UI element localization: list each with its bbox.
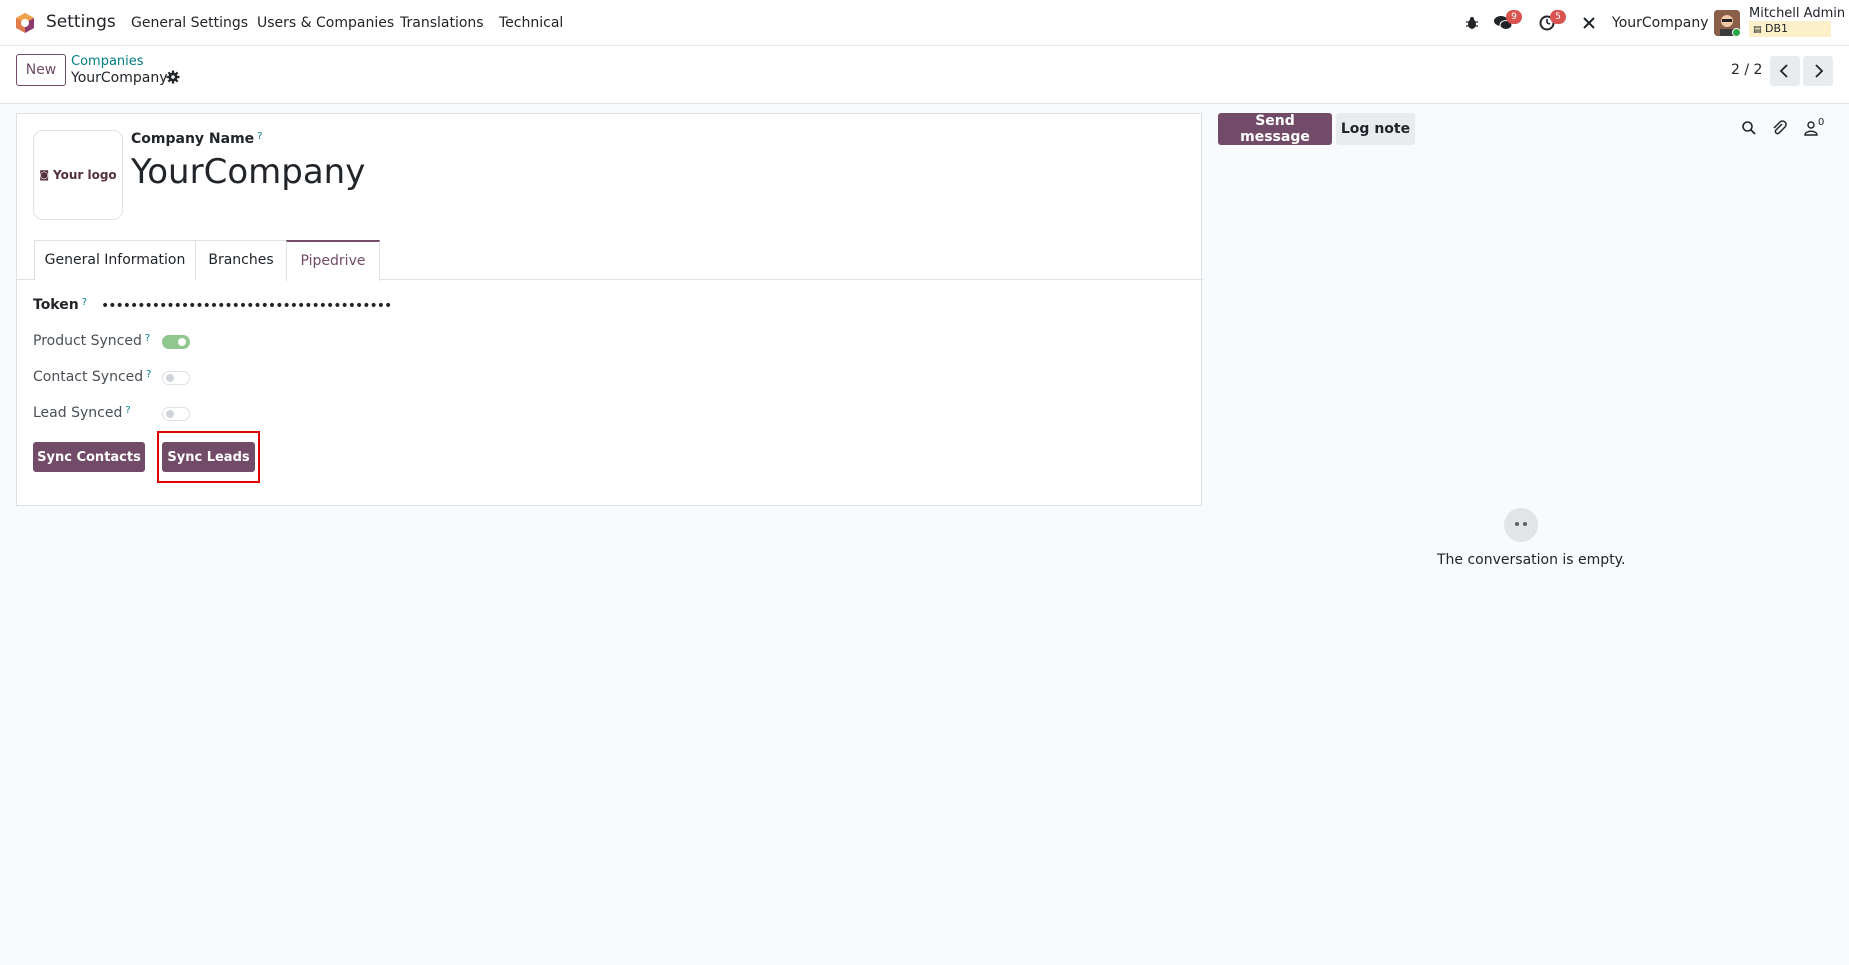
gear-icon[interactable] — [166, 70, 180, 84]
company-name-label: Company Name? — [131, 131, 262, 147]
followers-icon[interactable] — [1803, 120, 1819, 136]
empty-conversation-text: The conversation is empty. — [1437, 552, 1626, 568]
toggle-knob — [166, 410, 174, 418]
help-tooltip-icon[interactable]: ? — [146, 369, 151, 380]
tools-icon[interactable] — [1582, 16, 1596, 30]
chevron-right-icon — [1815, 64, 1824, 78]
contact-synced-label: Contact Synced? — [33, 369, 151, 385]
menu-translations[interactable]: Translations — [400, 15, 484, 31]
help-tooltip-icon[interactable]: ? — [257, 131, 262, 142]
toggle-knob — [178, 338, 186, 346]
contact-synced-toggle[interactable] — [162, 371, 190, 385]
toggle-knob — [166, 374, 174, 382]
followers-count: 0 — [1818, 117, 1825, 128]
chevron-left-icon — [1779, 64, 1788, 78]
control-panel: New Companies YourCompany 2 / 2 — [0, 46, 1849, 104]
menu-technical[interactable]: Technical — [499, 15, 563, 31]
messages-badge: 9 — [1506, 10, 1522, 24]
company-form-sheet: ◙ Your logo Company Name? YourCompany Ge… — [16, 113, 1203, 506]
lead-synced-label: Lead Synced? — [33, 405, 131, 421]
tab-branches[interactable]: Branches — [195, 240, 287, 280]
pager-previous-button[interactable] — [1770, 56, 1800, 86]
tab-general-information[interactable]: General Information — [34, 240, 196, 280]
face-icon — [1515, 522, 1527, 526]
debug-bug-icon[interactable] — [1465, 16, 1479, 30]
help-tooltip-icon[interactable]: ? — [145, 333, 150, 344]
app-logo-icon[interactable] — [14, 12, 36, 34]
logo-placeholder-text: Your logo — [53, 168, 117, 182]
help-tooltip-icon[interactable]: ? — [82, 297, 87, 308]
camera-icon: ◙ — [39, 169, 50, 181]
product-synced-label: Product Synced? — [33, 333, 150, 349]
database-badge: ▤ DB1 — [1749, 21, 1831, 37]
pager-next-button[interactable] — [1803, 56, 1833, 86]
product-synced-toggle[interactable] — [162, 335, 190, 349]
token-label: Token? — [33, 297, 87, 313]
company-switcher[interactable]: YourCompany — [1612, 15, 1709, 31]
empty-conversation-icon — [1504, 508, 1538, 542]
sync-contacts-button[interactable]: Sync Contacts — [33, 442, 145, 472]
contact-synced-label-text: Contact Synced — [33, 369, 144, 385]
lead-synced-label-text: Lead Synced — [33, 405, 123, 421]
top-navbar: Settings General Settings Users & Compan… — [0, 0, 1849, 46]
search-icon[interactable] — [1741, 120, 1757, 136]
company-name-label-text: Company Name — [131, 131, 255, 147]
database-icon: ▤ — [1753, 25, 1762, 35]
app-title[interactable]: Settings — [46, 12, 116, 32]
user-name[interactable]: Mitchell Admin — [1749, 6, 1845, 21]
lead-synced-toggle[interactable] — [162, 407, 190, 421]
activities-badge: 5 — [1550, 10, 1566, 24]
tab-pipedrive[interactable]: Pipedrive — [286, 240, 380, 281]
attachment-icon[interactable] — [1771, 120, 1787, 136]
new-button[interactable]: New — [16, 54, 66, 86]
pager-value[interactable]: 2 / 2 — [1731, 62, 1762, 78]
token-field[interactable]: •••••••••••••••••••••••••••••••••••••••• — [101, 298, 392, 314]
menu-general-settings[interactable]: General Settings — [131, 15, 248, 31]
sync-leads-highlight — [157, 431, 260, 483]
breadcrumb-current: YourCompany — [71, 70, 168, 86]
send-message-button[interactable]: Send message — [1218, 113, 1332, 145]
notebook-tabs: General Information Branches Pipedrive — [17, 240, 1203, 281]
online-status-dot — [1732, 28, 1741, 37]
product-synced-label-text: Product Synced — [33, 333, 142, 349]
breadcrumb-companies[interactable]: Companies — [71, 54, 144, 69]
help-tooltip-icon[interactable]: ? — [125, 405, 130, 416]
menu-users-companies[interactable]: Users & Companies — [257, 15, 394, 31]
log-note-button[interactable]: Log note — [1336, 113, 1415, 145]
company-logo-field[interactable]: ◙ Your logo — [33, 130, 123, 220]
database-name: DB1 — [1765, 22, 1789, 35]
company-name-input[interactable]: YourCompany — [131, 152, 365, 192]
token-label-text: Token — [33, 297, 79, 313]
